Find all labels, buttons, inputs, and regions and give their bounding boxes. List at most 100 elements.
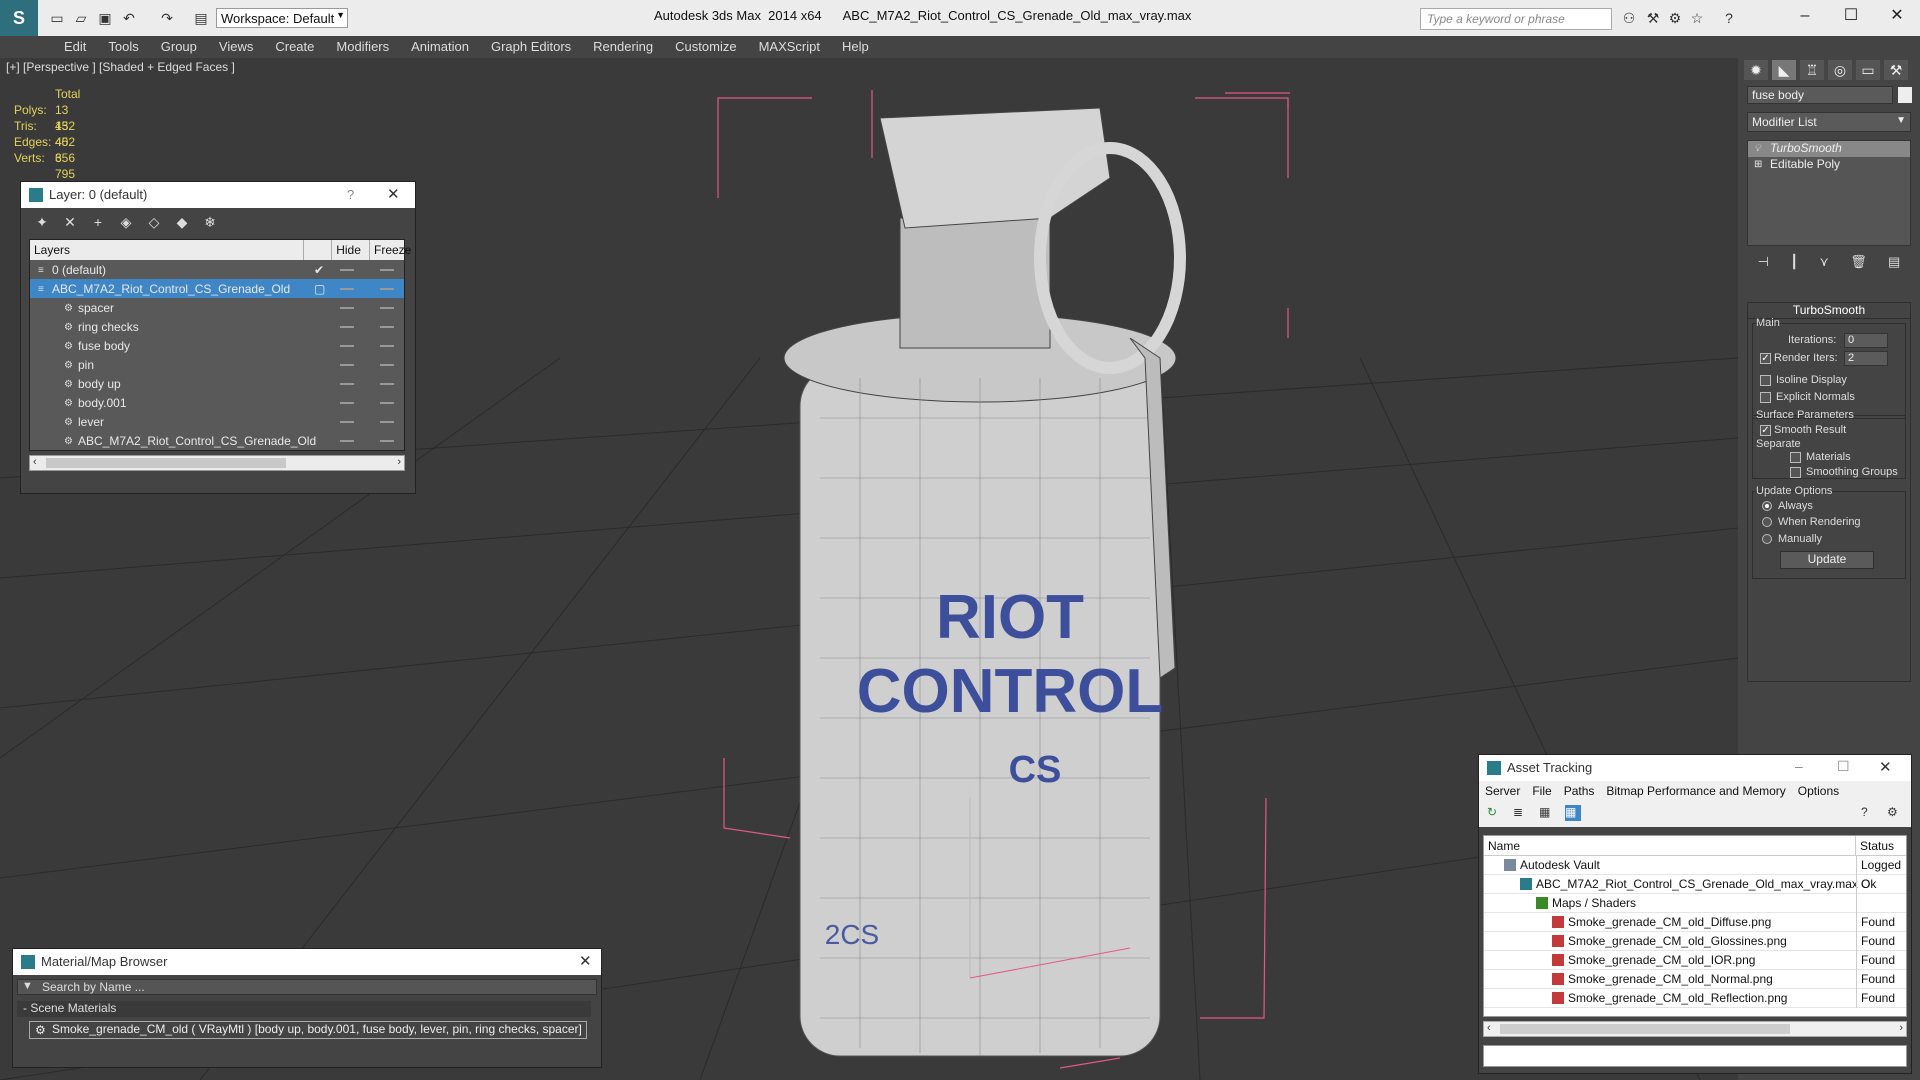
scroll-right-icon[interactable]: › (1899, 1022, 1903, 1034)
material-browser-header[interactable]: Material/Map Browser ✕ (13, 949, 601, 975)
manually-radio[interactable] (1762, 534, 1772, 544)
save-file-icon[interactable]: ▣ (96, 9, 114, 27)
grid-view-icon[interactable]: ▦ (1565, 805, 1581, 821)
when-rendering-radio[interactable] (1762, 517, 1772, 527)
materials-checkbox[interactable] (1790, 452, 1801, 463)
hide-toggle[interactable] (340, 269, 354, 271)
menu-animation[interactable]: Animation (401, 36, 481, 58)
scroll-left-icon[interactable]: ‹ (1487, 1022, 1491, 1034)
maximize-icon[interactable]: ☐ (1834, 4, 1868, 28)
smooth-result-checkbox[interactable]: ✓ (1760, 425, 1771, 436)
settings-icon[interactable]: ⚙ (1887, 805, 1903, 821)
close-icon[interactable]: ✕ (1880, 4, 1914, 28)
delete-layer-icon[interactable]: ✕ (61, 214, 79, 230)
asset-row[interactable]: Smoke_grenade_CM_old_Reflection.png Found (1484, 989, 1906, 1008)
menu-customize[interactable]: Customize (665, 36, 748, 58)
minimize-icon[interactable]: – (1795, 758, 1803, 774)
asset-row[interactable]: Smoke_grenade_CM_old_Diffuse.png Found (1484, 913, 1906, 932)
hide-toggle[interactable] (340, 307, 354, 309)
set-current-layer-icon[interactable]: ▢ (314, 282, 325, 296)
menu-rendering[interactable]: Rendering (583, 36, 665, 58)
render-iters-checkbox[interactable]: ✓ (1760, 353, 1771, 364)
asset-row[interactable]: Smoke_grenade_CM_old_IOR.png Found (1484, 951, 1906, 970)
hide-toggle[interactable] (340, 326, 354, 328)
app-logo-icon[interactable]: S (0, 0, 38, 36)
display-tab-icon[interactable]: ▭ (1856, 60, 1880, 80)
column-layers[interactable]: Layers (30, 240, 305, 260)
menu-maxscript[interactable]: MAXScript (749, 36, 832, 58)
column-freeze[interactable]: Freeze (370, 240, 411, 260)
freeze-toggle[interactable] (380, 402, 394, 404)
layer-object-row[interactable]: ⚙ body up (30, 374, 404, 393)
expand-icon[interactable]: ⊞ (1754, 159, 1762, 170)
hide-all-icon[interactable]: ◆ (173, 214, 191, 230)
active-layer-check-icon[interactable]: ✔ (314, 263, 324, 277)
remove-modifier-icon[interactable]: 🗑︎ (1850, 254, 1867, 272)
stack-item-editable-poly[interactable]: ⊞ Editable Poly (1748, 157, 1910, 173)
show-end-result-icon[interactable]: ┃ (1790, 254, 1798, 272)
hide-toggle[interactable] (340, 288, 354, 290)
search-input[interactable]: Type a keyword or phrase (1420, 8, 1612, 30)
modify-tab-icon[interactable]: ◣ (1772, 60, 1796, 80)
menu-tools[interactable]: Tools (98, 36, 150, 58)
layer-object-row[interactable]: ⚙ ring checks (30, 317, 404, 336)
column-name[interactable]: Name (1484, 836, 1856, 855)
maximize-icon[interactable]: ☐ (1837, 758, 1850, 775)
layer-object-row[interactable]: ⚙ fuse body (30, 336, 404, 355)
create-tab-icon[interactable]: ✹ (1744, 60, 1768, 80)
iterations-spinner[interactable]: 0 (1844, 333, 1888, 348)
freeze-toggle[interactable] (380, 345, 394, 347)
menu-views[interactable]: Views (209, 36, 265, 58)
refresh-icon[interactable]: ↻ (1487, 805, 1503, 821)
modifier-list-dropdown[interactable]: Modifier List ▼ (1747, 112, 1911, 132)
hide-toggle[interactable] (340, 421, 354, 423)
pin-stack-icon[interactable]: ⊣ (1758, 254, 1769, 272)
hide-toggle[interactable] (340, 345, 354, 347)
menu-options[interactable]: Options (1792, 781, 1845, 801)
motion-tab-icon[interactable]: ◎ (1828, 60, 1852, 80)
table-view-icon[interactable]: ▦ (1539, 805, 1555, 821)
lightbulb-icon[interactable]: 💡︎ (1754, 143, 1761, 154)
asset-row[interactable]: Smoke_grenade_CM_old_Glossines.png Found (1484, 932, 1906, 951)
layer-object-row[interactable]: ⚙ body.001 (30, 393, 404, 412)
asset-row[interactable]: Smoke_grenade_CM_old_Normal.png Found (1484, 970, 1906, 989)
freeze-toggle[interactable] (380, 307, 394, 309)
horizontal-scrollbar[interactable]: ‹ › (1483, 1021, 1907, 1037)
help-icon[interactable]: ? (1720, 9, 1738, 27)
hide-toggle[interactable] (340, 364, 354, 366)
hide-toggle[interactable] (340, 402, 354, 404)
communication-icon[interactable]: ⚙ (1666, 9, 1684, 27)
freeze-toggle[interactable] (380, 326, 394, 328)
help-icon[interactable]: ? (347, 187, 354, 202)
layer-row[interactable]: ≡ 0 (default) ✔ (30, 260, 404, 279)
scroll-right-icon[interactable]: › (397, 456, 401, 468)
layer-panel-header[interactable]: Layer: 0 (default) ? ✕ (21, 182, 415, 208)
new-file-icon[interactable]: ▭ (48, 9, 66, 27)
layer-object-row[interactable]: ⚙ spacer (30, 298, 404, 317)
undo-icon[interactable]: ↶ (120, 9, 138, 27)
scrollbar-thumb[interactable] (1500, 1024, 1790, 1034)
layer-object-row[interactable]: ⚙ ABC_M7A2_Riot_Control_CS_Grenade_Old (30, 431, 404, 450)
scene-materials-section[interactable]: - Scene Materials (17, 1001, 591, 1017)
menu-edit[interactable]: Edit (54, 36, 98, 58)
redo-icon[interactable]: ↷ (158, 9, 176, 27)
freeze-toggle[interactable] (380, 364, 394, 366)
close-icon[interactable]: ✕ (387, 185, 400, 203)
make-unique-icon[interactable]: ⋎ (1819, 254, 1829, 272)
binoculars-icon[interactable]: ⚇ (1620, 9, 1638, 27)
favorites-star-icon[interactable]: ☆ (1688, 9, 1706, 27)
scrollbar-thumb[interactable] (46, 458, 286, 468)
help-icon[interactable]: ? (1861, 805, 1877, 821)
stack-item-turbosmooth[interactable]: 💡︎ TurboSmooth (1748, 141, 1910, 157)
minimize-icon[interactable]: – (1788, 4, 1822, 28)
open-file-icon[interactable]: ▱ (72, 9, 90, 27)
column-hide[interactable]: Hide (332, 240, 370, 260)
create-layer-icon[interactable]: ✦ (33, 214, 51, 230)
chevron-down-icon[interactable]: ▼ (22, 980, 33, 992)
menu-help[interactable]: Help (832, 36, 881, 58)
column-status[interactable]: Status (1856, 836, 1898, 855)
close-icon[interactable]: ✕ (1879, 758, 1892, 776)
freeze-toggle[interactable] (380, 269, 394, 271)
highlight-layer-icon[interactable]: ◇ (145, 214, 163, 230)
explicit-normals-checkbox[interactable] (1760, 392, 1771, 403)
